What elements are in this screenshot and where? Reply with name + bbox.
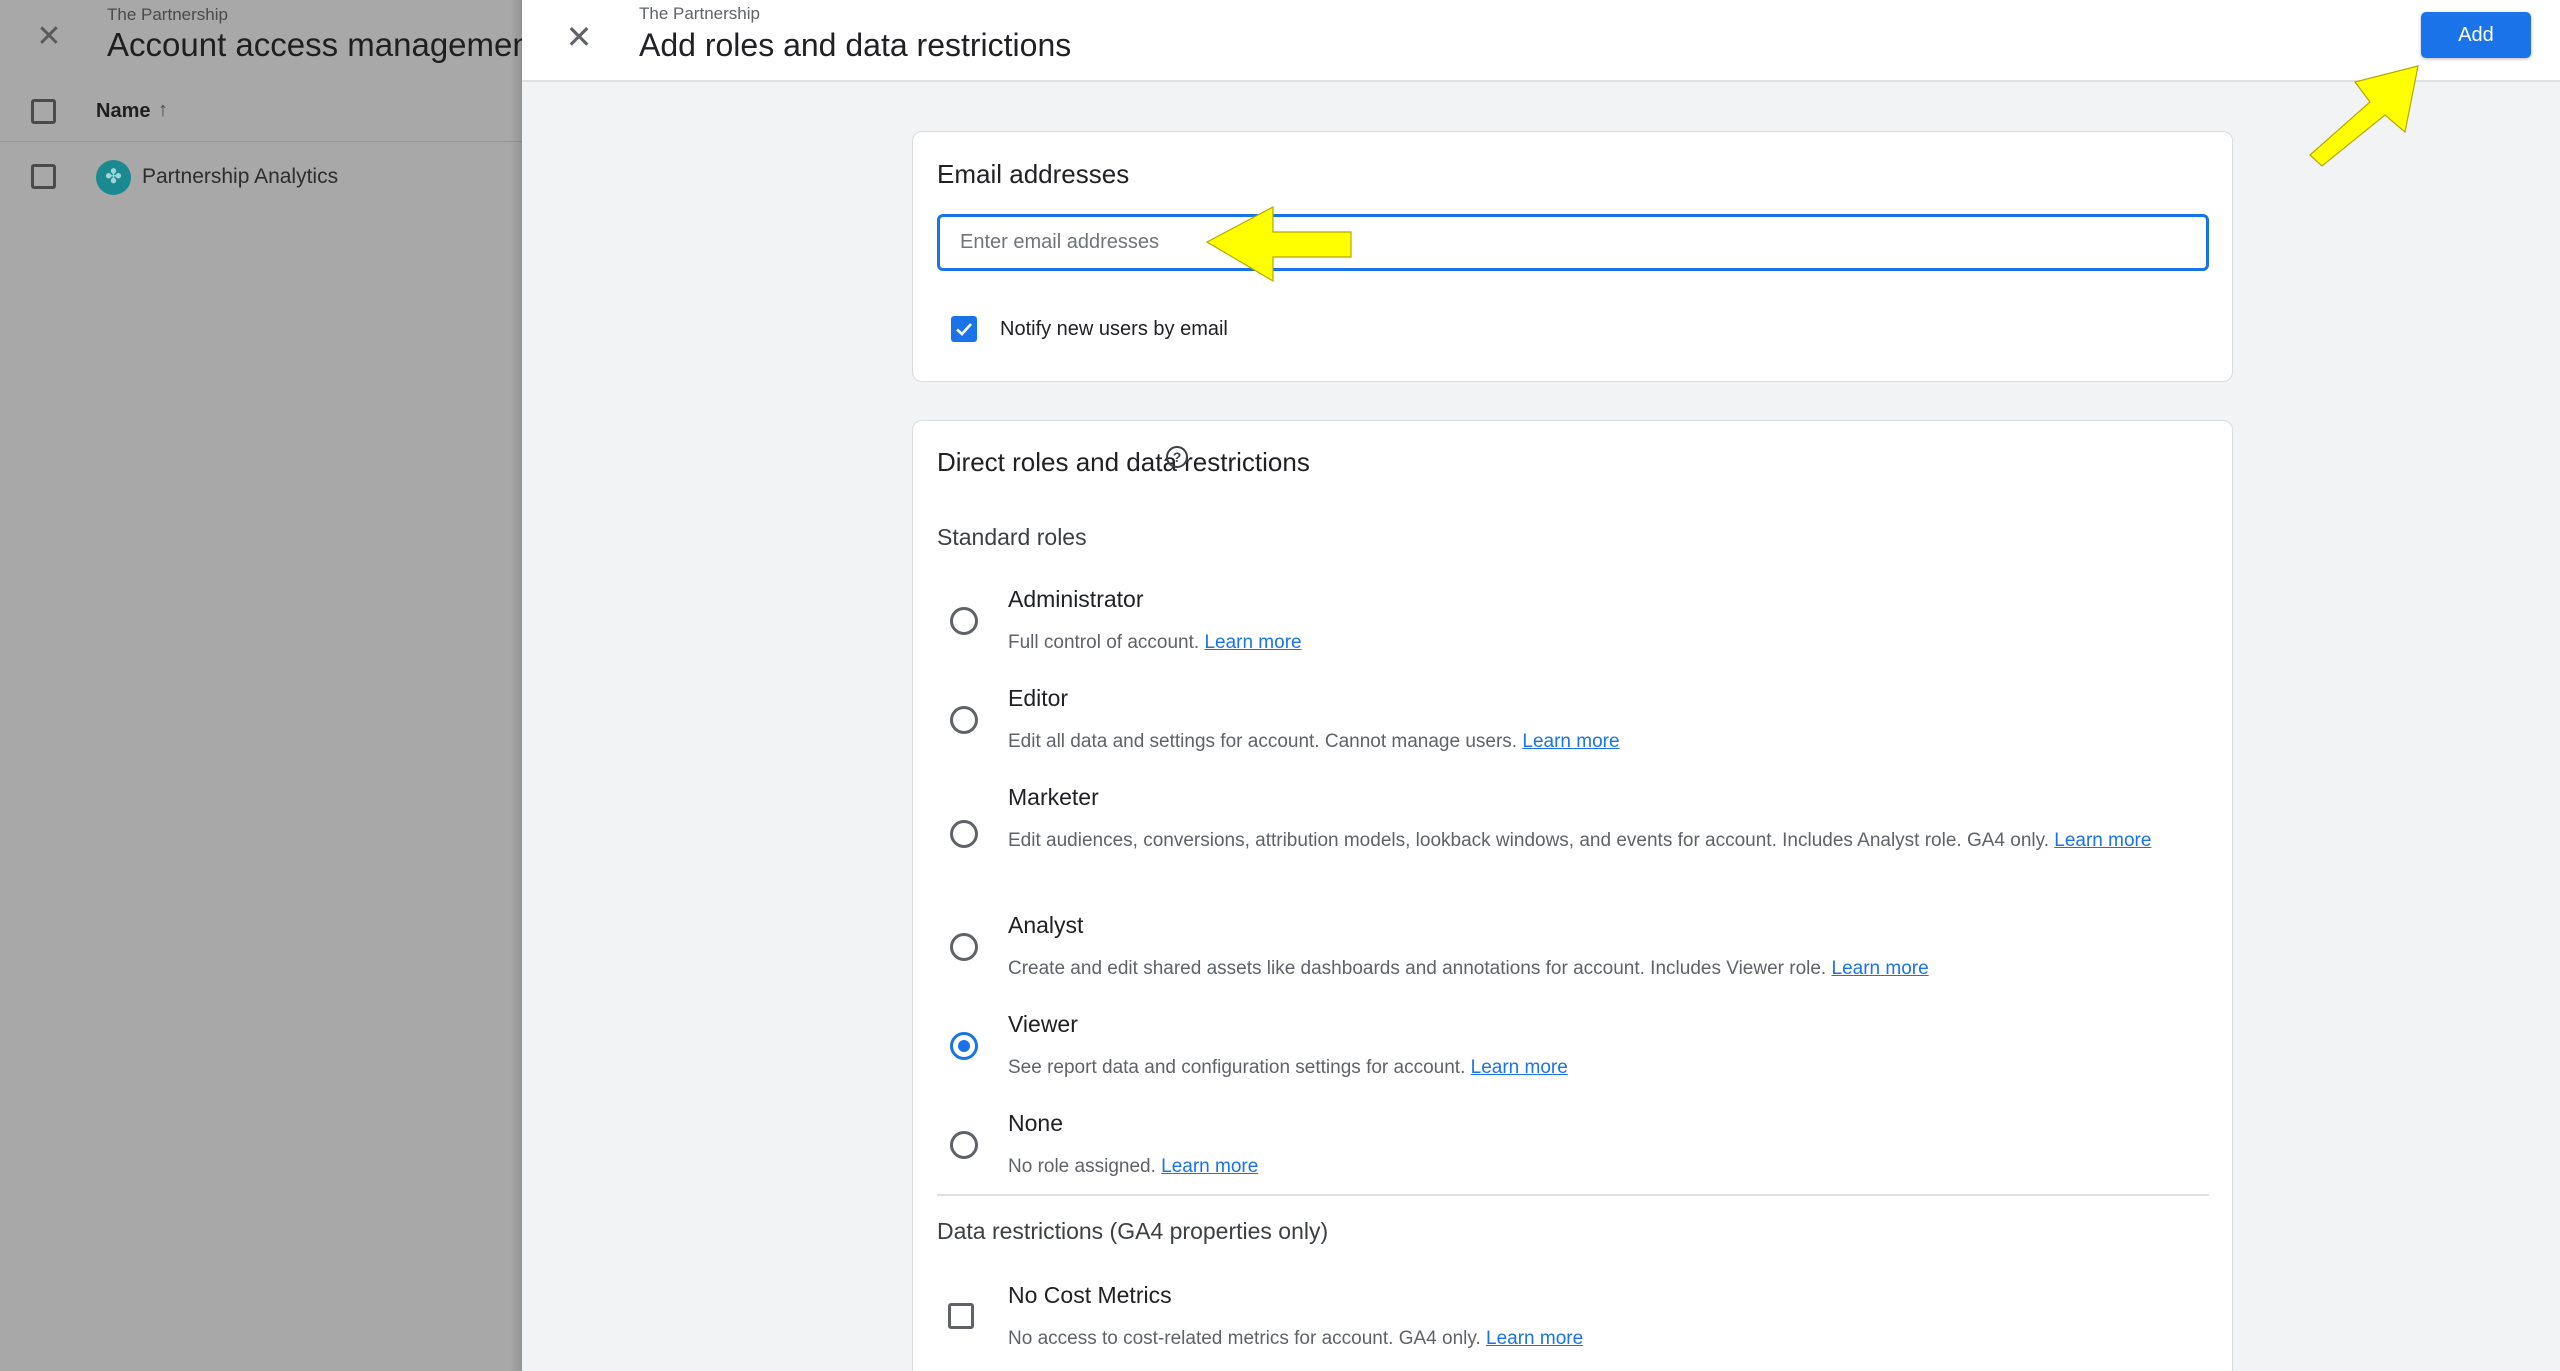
background-title: Account access management — [107, 26, 522, 63]
role-radio-selected[interactable] — [950, 1032, 978, 1060]
email-card: Email addresses Notify new users by emai… — [912, 131, 2233, 382]
notify-checkbox[interactable] — [951, 316, 977, 342]
notify-label: Notify new users by email — [1000, 318, 1228, 340]
email-input[interactable] — [937, 214, 2209, 271]
learn-more-link[interactable]: Learn more — [1204, 632, 1301, 653]
row-checkbox[interactable] — [31, 164, 56, 189]
role-name: Marketer — [1008, 784, 1099, 810]
table-header-row — [0, 92, 522, 142]
background-subtitle: The Partnership — [107, 5, 228, 24]
dialog-title: Add roles and data restrictions — [639, 27, 1072, 63]
learn-more-link[interactable]: Learn more — [1161, 1156, 1258, 1177]
role-description: Edit audiences, conversions, attribution… — [1008, 830, 2152, 851]
role-name: None — [1008, 1110, 1063, 1136]
restriction-description: No access to cost-related metrics for ac… — [1008, 1328, 1584, 1349]
section-divider — [937, 1194, 2209, 1196]
role-radio[interactable] — [950, 933, 978, 961]
standard-roles-label: Standard roles — [937, 524, 1087, 550]
learn-more-link[interactable]: Learn more — [2054, 830, 2151, 851]
learn-more-link[interactable]: Learn more — [1486, 1328, 1583, 1349]
close-icon[interactable]: ✕ — [34, 22, 64, 52]
arrow-up-icon: ↑ — [158, 99, 168, 121]
data-restrictions-label: Data restrictions (GA4 properties only) — [937, 1218, 1329, 1244]
table-row[interactable]: Partnership Analytics — [142, 165, 338, 189]
roles-card: Direct roles and data restrictions ? Sta… — [912, 420, 2233, 1371]
add-roles-dialog: ✕ The Partnership Add roles and data res… — [522, 0, 2560, 1371]
name-column-header[interactable]: Name — [96, 100, 150, 123]
role-radio[interactable] — [950, 1131, 978, 1159]
email-card-title: Email addresses — [937, 159, 1130, 189]
role-name: Analyst — [1008, 912, 1084, 938]
role-radio[interactable] — [950, 607, 978, 635]
panel-shadow — [510, 0, 522, 1371]
background-page: ✕ The Partnership Account access managem… — [0, 0, 522, 1371]
learn-more-link[interactable]: Learn more — [1522, 731, 1619, 752]
check-icon — [956, 323, 972, 336]
learn-more-link[interactable]: Learn more — [1832, 958, 1929, 979]
role-description: Edit all data and settings for account. … — [1008, 731, 1620, 752]
roles-card-title: Direct roles and data restrictions — [937, 447, 1310, 477]
role-description: No role assigned. Learn more — [1008, 1156, 1259, 1177]
dialog-header: ✕ The Partnership Add roles and data res… — [522, 0, 2560, 82]
role-description: Create and edit shared assets like dashb… — [1008, 958, 1929, 979]
analytics-logo-icon: ✤ — [96, 160, 131, 195]
role-radio[interactable] — [950, 820, 978, 848]
role-name: Administrator — [1008, 586, 1144, 612]
learn-more-link[interactable]: Learn more — [1471, 1057, 1568, 1078]
select-all-checkbox[interactable] — [31, 99, 56, 124]
role-name: Editor — [1008, 685, 1069, 711]
role-description: See report data and configuration settin… — [1008, 1057, 1568, 1078]
role-name: Viewer — [1008, 1011, 1078, 1037]
role-radio[interactable] — [950, 706, 978, 734]
close-icon[interactable]: ✕ — [562, 20, 596, 54]
restriction-checkbox[interactable] — [948, 1303, 974, 1329]
help-circle-icon[interactable]: ? — [1166, 446, 1188, 468]
dialog-subtitle: The Partnership — [639, 4, 760, 23]
add-button[interactable]: Add — [2421, 12, 2531, 58]
restriction-name: No Cost Metrics — [1008, 1282, 1172, 1308]
role-description: Full control of account. Learn more — [1008, 632, 1302, 653]
